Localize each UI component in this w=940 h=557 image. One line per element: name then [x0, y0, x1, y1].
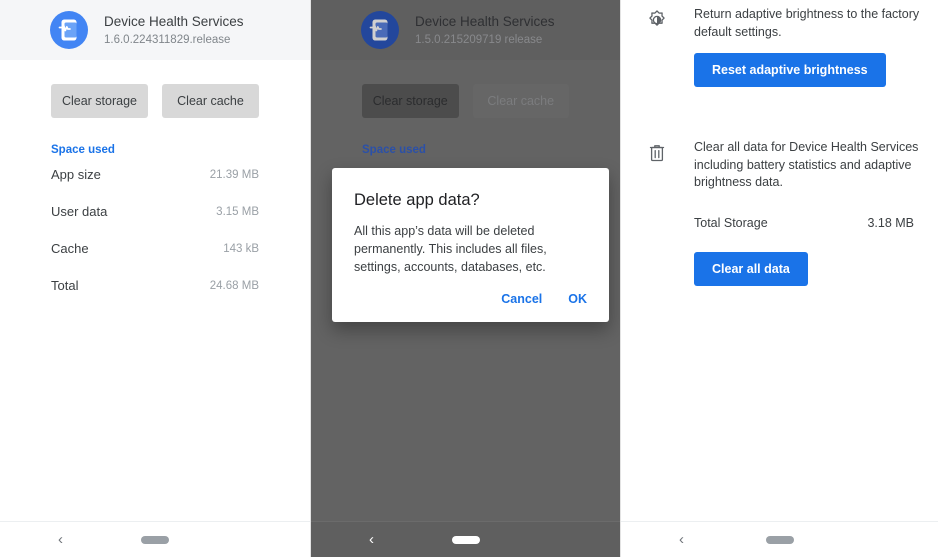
home-pill-icon[interactable] [451, 535, 480, 544]
panel-app-storage: Device Health Services 1.6.0.224311829.r… [0, 0, 311, 557]
screenshot-root: Device Health Services 1.6.0.224311829.r… [0, 0, 940, 557]
total-storage-label: Total Storage [694, 215, 768, 230]
space-used-label: Space used [51, 144, 115, 156]
brightness-medium-icon [645, 8, 669, 32]
panel-delete-dialog: Device Health Services 1.5.0.215209719 r… [311, 0, 621, 557]
row-value: 24.68 MB [209, 279, 259, 292]
clear-all-data-action: Clear all data [621, 240, 938, 286]
app-header: Device Health Services 1.6.0.224311829.r… [0, 0, 310, 60]
clear-all-data-button[interactable]: Clear all data [694, 251, 808, 286]
table-row: Total 24.68 MB [0, 267, 310, 304]
home-pill-icon[interactable] [765, 535, 794, 544]
table-row: App size 21.39 MB [0, 156, 310, 193]
back-icon[interactable]: ‹ [58, 532, 63, 547]
adaptive-brightness-description: Return adaptive brightness to the factor… [694, 7, 920, 39]
app-version: 1.6.0.224311829.release [104, 33, 231, 46]
row-label: App size [51, 167, 101, 182]
adaptive-brightness-section: Return adaptive brightness to the factor… [621, 0, 938, 41]
row-label: Total [51, 278, 79, 293]
clear-cache-button[interactable]: Clear cache [162, 84, 259, 118]
clear-storage-button[interactable]: Clear storage [362, 84, 459, 118]
app-header: Device Health Services 1.5.0.215209719 r… [311, 0, 620, 60]
total-storage-value: 3.18 MB [867, 215, 914, 230]
back-icon[interactable]: ‹ [679, 532, 684, 547]
table-row: User data 3.15 MB [0, 193, 310, 230]
device-health-services-icon [50, 11, 88, 49]
app-version: 1.5.0.215209719 release [415, 33, 543, 46]
panel-device-health-settings: Return adaptive brightness to the factor… [621, 0, 938, 557]
total-storage-row: Total Storage 3.18 MB [621, 206, 938, 240]
app-title: Device Health Services [415, 13, 555, 29]
reset-brightness-action: Reset adaptive brightness [621, 41, 938, 87]
row-value: 3.15 MB [216, 205, 259, 218]
home-pill-icon[interactable] [141, 535, 169, 544]
reset-adaptive-brightness-button[interactable]: Reset adaptive brightness [694, 53, 886, 87]
storage-actions: Clear storage Clear cache [0, 60, 310, 118]
trash-icon [645, 141, 669, 165]
back-icon[interactable]: ‹ [369, 532, 374, 547]
table-row: Cache 143 kB [0, 230, 310, 267]
row-value: 21.39 MB [209, 168, 259, 181]
ok-button[interactable]: OK [568, 292, 587, 306]
delete-app-data-dialog: Delete app data? All this app’s data wil… [332, 168, 609, 322]
system-navigation-bar: ‹ [311, 521, 620, 557]
app-meta: Device Health Services 1.6.0.224311829.r… [104, 13, 244, 48]
system-navigation-bar: ‹ [0, 521, 310, 557]
clear-data-description: Clear all data for Device Health Service… [694, 140, 919, 189]
clear-cache-button: Clear cache [472, 84, 569, 118]
clear-storage-button[interactable]: Clear storage [51, 84, 148, 118]
cancel-button[interactable]: Cancel [501, 292, 542, 306]
row-label: User data [51, 204, 108, 219]
device-health-services-icon [361, 11, 399, 49]
row-label: Cache [51, 241, 89, 256]
dialog-actions: Cancel OK [354, 292, 587, 312]
storage-actions: Clear storage Clear cache [311, 60, 620, 118]
dialog-title: Delete app data? [354, 191, 480, 209]
clear-data-section: Clear all data for Device Health Service… [621, 133, 938, 192]
row-value: 143 kB [223, 242, 259, 255]
system-navigation-bar: ‹ [621, 521, 938, 557]
dialog-message: All this app’s data will be deleted perm… [354, 224, 547, 274]
app-title: Device Health Services [104, 13, 244, 29]
space-used-label: Space used [362, 144, 426, 156]
app-meta: Device Health Services 1.5.0.215209719 r… [415, 13, 555, 48]
